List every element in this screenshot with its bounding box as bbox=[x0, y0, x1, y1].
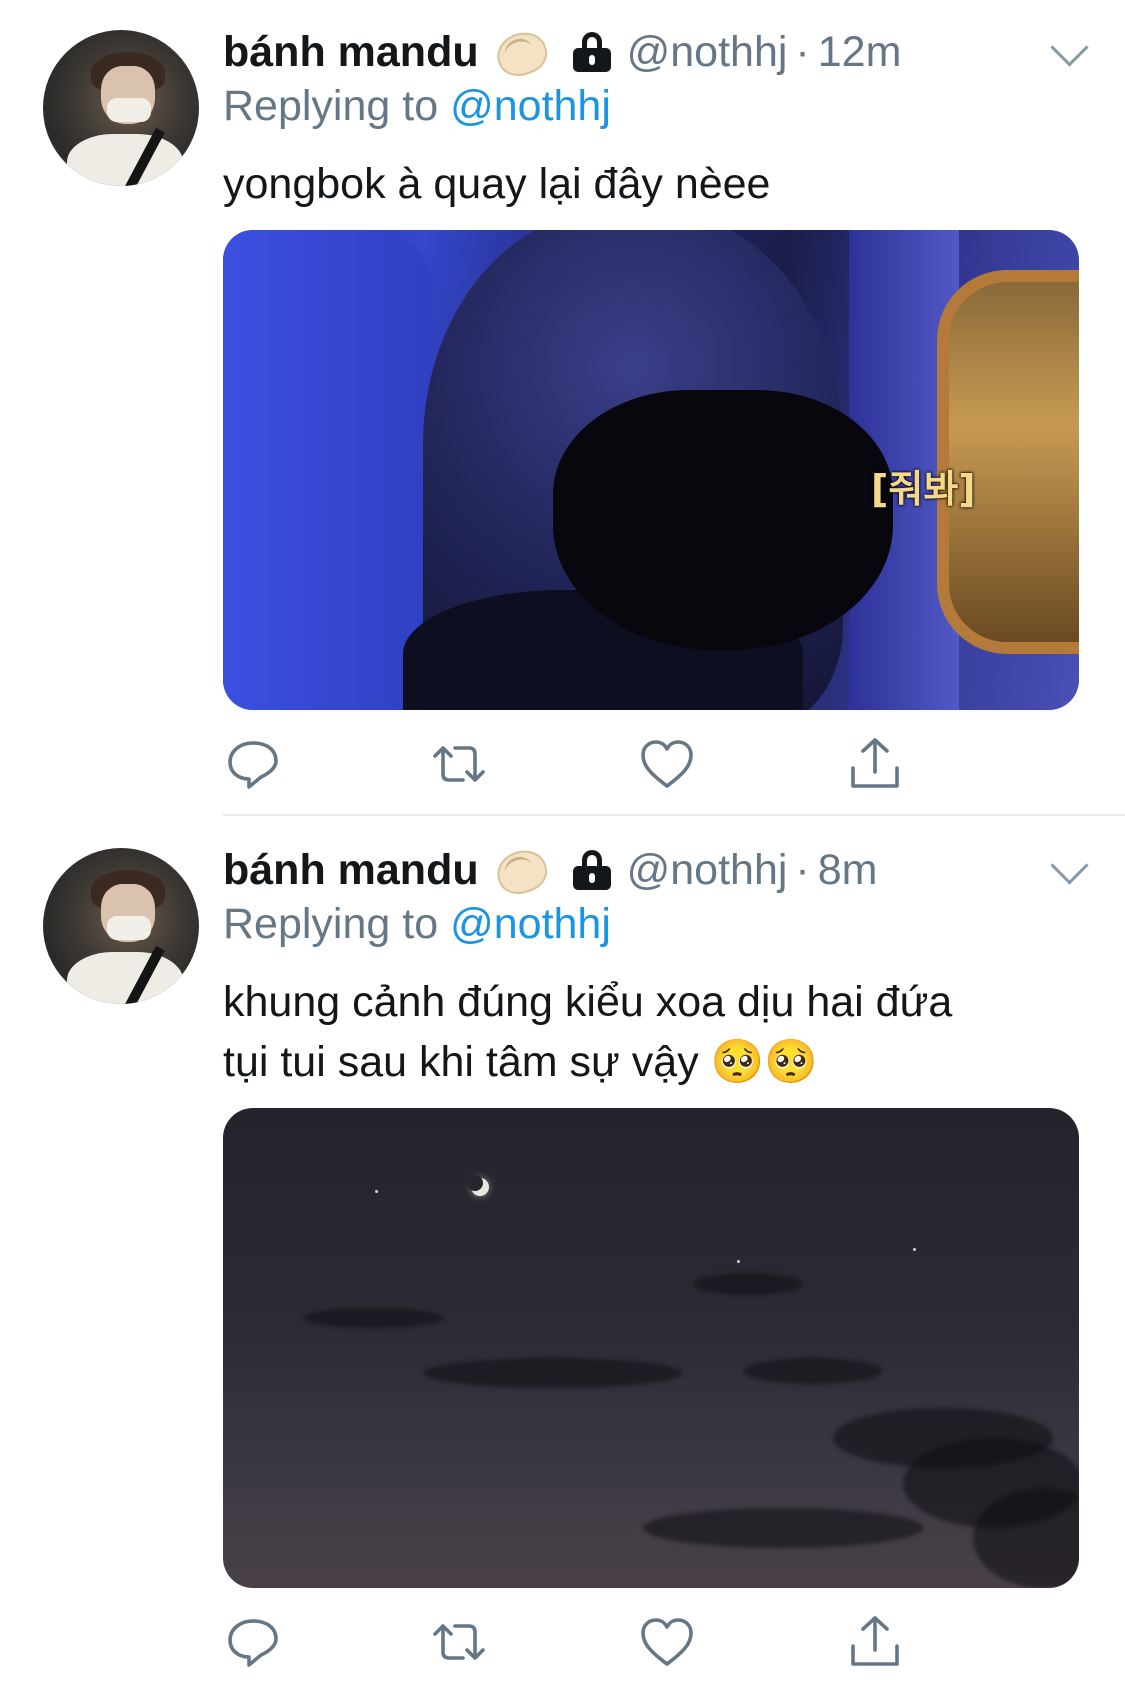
cloud bbox=[643, 1508, 923, 1548]
mention-link[interactable]: @nothhj bbox=[450, 900, 611, 948]
face-mask bbox=[553, 390, 893, 650]
tweet-actions bbox=[223, 734, 923, 794]
dumpling-emoji-icon bbox=[493, 29, 545, 75]
handle[interactable]: @nothhj bbox=[627, 846, 788, 895]
replying-to: Replying to @nothhj bbox=[223, 900, 611, 949]
avatar[interactable] bbox=[43, 848, 199, 1004]
mention-link[interactable]: @nothhj bbox=[450, 82, 611, 130]
tweet-text: yongbok à quay lại đây nèee bbox=[223, 154, 1083, 214]
tweet-text-line: tụi tui sau khi tâm sự vậy 🥺🥺 bbox=[223, 1038, 818, 1086]
cloud bbox=[693, 1273, 803, 1295]
display-name[interactable]: bánh mandu bbox=[223, 846, 479, 895]
replying-prefix: Replying to bbox=[223, 900, 439, 948]
tweet-divider bbox=[223, 814, 1125, 816]
heart-icon[interactable] bbox=[637, 734, 697, 794]
handle[interactable]: @nothhj bbox=[627, 28, 788, 77]
retweet-icon[interactable] bbox=[429, 734, 489, 794]
tweet-header: bánh mandu @nothhj · 8m bbox=[223, 840, 1103, 900]
share-icon[interactable] bbox=[845, 734, 905, 794]
cloud bbox=[303, 1308, 443, 1328]
star bbox=[913, 1248, 916, 1251]
star bbox=[737, 1260, 740, 1263]
replying-prefix: Replying to bbox=[223, 82, 439, 130]
tweet-header: bánh mandu @nothhj · 12m bbox=[223, 22, 1103, 82]
tweet-media-photo[interactable] bbox=[223, 1108, 1079, 1588]
retweet-icon[interactable] bbox=[429, 1612, 489, 1672]
moon bbox=[467, 1175, 489, 1196]
separator: · bbox=[795, 27, 810, 76]
cloud bbox=[743, 1358, 883, 1384]
share-icon[interactable] bbox=[845, 1612, 905, 1672]
timestamp[interactable]: 8m bbox=[818, 846, 878, 895]
lock-icon bbox=[572, 850, 611, 890]
tweet-text-line: yongbok à quay lại đây nèee bbox=[223, 160, 771, 208]
replying-to: Replying to @nothhj bbox=[223, 82, 611, 131]
video-caption: [줘봐] bbox=[871, 467, 976, 511]
tweet-actions bbox=[223, 1612, 923, 1672]
plane-seat bbox=[223, 230, 433, 710]
tweet-text: khung cảnh đúng kiểu xoa dịu hai đứa tụi… bbox=[223, 972, 1083, 1092]
reply-icon[interactable] bbox=[223, 1612, 283, 1672]
tweet-media-photo[interactable]: [줘봐] bbox=[223, 230, 1079, 710]
display-name[interactable]: bánh mandu bbox=[223, 28, 479, 77]
heart-icon[interactable] bbox=[637, 1612, 697, 1672]
star bbox=[375, 1190, 378, 1193]
tweet[interactable]: bánh mandu @nothhj · 8m Replying to @not… bbox=[0, 818, 1125, 1685]
reply-icon[interactable] bbox=[223, 734, 283, 794]
cloud bbox=[423, 1358, 683, 1388]
tweet[interactable]: bánh mandu @nothhj · 12m Replying to @no… bbox=[0, 0, 1125, 816]
lock-icon bbox=[572, 32, 611, 72]
tweet-text-line: khung cảnh đúng kiểu xoa dịu hai đứa bbox=[223, 978, 953, 1026]
separator: · bbox=[795, 845, 810, 894]
avatar[interactable] bbox=[43, 30, 199, 186]
dumpling-emoji-icon bbox=[493, 847, 545, 893]
timestamp[interactable]: 12m bbox=[818, 28, 902, 77]
